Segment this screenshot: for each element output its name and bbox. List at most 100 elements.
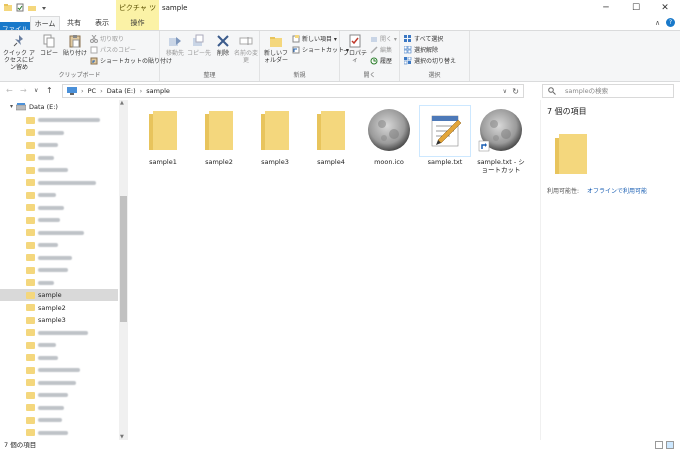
tree-item[interactable] bbox=[0, 427, 118, 439]
tree-item[interactable]: sample3 bbox=[0, 314, 118, 326]
refresh-button[interactable]: ↻ bbox=[512, 87, 519, 96]
file-item[interactable]: sample1 bbox=[138, 106, 188, 166]
details-pane: 7 個の項目 利用可能性: オフラインで利用可能 bbox=[540, 100, 680, 440]
back-button[interactable]: ← bbox=[6, 86, 13, 95]
collapse-ribbon-icon[interactable]: ∧ bbox=[655, 19, 660, 27]
large-icons-view-icon[interactable] bbox=[666, 441, 674, 449]
tree-item[interactable] bbox=[0, 364, 118, 376]
scroll-up-arrow[interactable]: ▲ bbox=[120, 100, 124, 106]
address-dropdown-button[interactable]: ∨ bbox=[503, 88, 507, 95]
file-item[interactable]: sample4 bbox=[306, 106, 356, 166]
copy-button[interactable]: コピー bbox=[38, 34, 60, 57]
delete-x-icon bbox=[217, 35, 229, 47]
tree-item[interactable] bbox=[0, 127, 118, 139]
copy-to-icon bbox=[193, 34, 204, 46]
tree-item[interactable] bbox=[0, 227, 118, 239]
clipboard-group: クイック アクセスにピン留め コピー 貼り付け 切り取り パスのコピー ショート… bbox=[0, 31, 172, 81]
history-button[interactable]: 履歴 bbox=[370, 56, 392, 65]
forward-button[interactable]: → bbox=[20, 86, 27, 95]
tab-view[interactable]: 表示 bbox=[88, 16, 116, 30]
new-folder-button[interactable]: 新しいフォルダー bbox=[262, 34, 290, 64]
moon-icon bbox=[478, 109, 522, 152]
select-all-button[interactable]: すべて選択 bbox=[404, 34, 443, 43]
tree-item[interactable] bbox=[0, 327, 118, 339]
nav-scrollbar-thumb[interactable] bbox=[120, 196, 127, 322]
tree-item[interactable] bbox=[0, 239, 118, 251]
pin-quick-access-button[interactable]: クイック アクセスにピン留め bbox=[2, 34, 36, 71]
tree-item[interactable] bbox=[0, 252, 118, 264]
tree-item[interactable] bbox=[0, 152, 118, 164]
up-button[interactable]: ↑ bbox=[46, 86, 53, 95]
tree-item[interactable] bbox=[0, 402, 118, 414]
file-item[interactable]: sample3 bbox=[250, 106, 300, 166]
folder-icon bbox=[26, 379, 35, 386]
folder-icon bbox=[26, 391, 35, 399]
blurred-folder-name bbox=[38, 205, 64, 210]
tree-item[interactable] bbox=[0, 202, 118, 214]
open-button[interactable]: 開く ▾ bbox=[370, 34, 397, 43]
file-item[interactable]: sample.txt bbox=[419, 105, 471, 166]
blurred-folder-name bbox=[38, 143, 58, 147]
edit-button[interactable]: 編集 bbox=[370, 45, 392, 54]
tree-item[interactable] bbox=[0, 214, 118, 226]
tab-manage[interactable]: 操作 bbox=[116, 16, 159, 30]
details-view-icon[interactable] bbox=[655, 441, 663, 449]
invert-selection-button[interactable]: 選択の切り替え bbox=[404, 56, 456, 65]
cut-button[interactable]: 切り取り bbox=[90, 34, 124, 43]
minimize-button[interactable]: ─ bbox=[591, 0, 621, 16]
availability-label: 利用可能性: bbox=[547, 188, 580, 195]
copy-to-button[interactable]: コピー先 bbox=[187, 34, 211, 57]
copy-path-button[interactable]: パスのコピー bbox=[90, 45, 136, 54]
tree-item[interactable] bbox=[0, 414, 118, 426]
tree-item[interactable] bbox=[0, 177, 118, 189]
file-item[interactable]: sample.txt - ショートカット bbox=[476, 106, 526, 174]
tree-item[interactable]: sample2 bbox=[0, 302, 118, 314]
file-item[interactable]: sample2 bbox=[194, 106, 244, 166]
address-bar[interactable]: › PC › Data (E:) › sample ∨ ↻ bbox=[62, 84, 524, 98]
tree-item[interactable] bbox=[0, 164, 118, 176]
delete-button[interactable]: 削除 bbox=[214, 34, 232, 57]
tree-item[interactable] bbox=[0, 389, 118, 401]
tree-item[interactable] bbox=[0, 139, 118, 151]
breadcrumb-sample[interactable]: sample bbox=[146, 87, 170, 95]
move-to-button[interactable]: 移動先 bbox=[164, 34, 186, 57]
close-button[interactable]: ✕ bbox=[650, 0, 680, 16]
blurred-folder-name bbox=[38, 230, 84, 235]
tab-share[interactable]: 共有 bbox=[60, 16, 88, 30]
new-item-button[interactable]: 新しい項目 ▾ bbox=[292, 34, 337, 43]
tab-home[interactable]: ホーム bbox=[30, 16, 60, 30]
rename-button[interactable]: 名前の変更 bbox=[234, 34, 258, 64]
tree-item[interactable] bbox=[0, 277, 118, 289]
tree-item[interactable] bbox=[0, 352, 118, 364]
tree-item[interactable] bbox=[0, 377, 118, 389]
status-item-count: 7 個の項目 bbox=[4, 441, 37, 449]
new-folder-icon[interactable] bbox=[28, 3, 36, 12]
properties-icon[interactable] bbox=[16, 3, 24, 12]
search-input[interactable]: sampleの検索 bbox=[542, 84, 674, 98]
help-icon[interactable]: ? bbox=[666, 18, 675, 27]
paste-button[interactable]: 貼り付け bbox=[62, 34, 88, 57]
select-none-button[interactable]: 選択解除 bbox=[404, 45, 438, 54]
maximize-button[interactable]: ☐ bbox=[621, 0, 651, 16]
tree-drive[interactable]: ▾ Data (E:) bbox=[0, 101, 118, 113]
tree-item[interactable] bbox=[0, 339, 118, 351]
tree-item[interactable] bbox=[0, 114, 118, 126]
blurred-folder-name bbox=[38, 218, 60, 222]
tree-item[interactable] bbox=[0, 264, 118, 276]
move-to-icon bbox=[169, 37, 181, 46]
blurred-folder-name bbox=[38, 418, 62, 422]
ribbon-tabs: ファイル ホーム 共有 表示 操作 ∧ ? bbox=[0, 16, 680, 36]
customize-quick-access-icon[interactable] bbox=[40, 3, 48, 12]
tree-item[interactable]: sample bbox=[0, 289, 118, 301]
tree-item[interactable] bbox=[0, 189, 118, 201]
blurred-folder-name bbox=[38, 180, 96, 185]
breadcrumb-pc[interactable]: PC bbox=[88, 87, 96, 95]
collapse-arrow-icon[interactable]: ▾ bbox=[10, 101, 13, 113]
file-item[interactable]: moon.ico bbox=[364, 106, 414, 166]
recent-locations-button[interactable]: ∨ bbox=[34, 87, 38, 94]
folder-icon bbox=[26, 429, 35, 436]
breadcrumb-drive[interactable]: Data (E:) bbox=[107, 87, 136, 95]
properties-button[interactable]: プロパティ bbox=[342, 34, 368, 64]
nav-scrollbar[interactable]: ▲ ▼ bbox=[119, 100, 128, 440]
folder-icon bbox=[26, 229, 35, 236]
